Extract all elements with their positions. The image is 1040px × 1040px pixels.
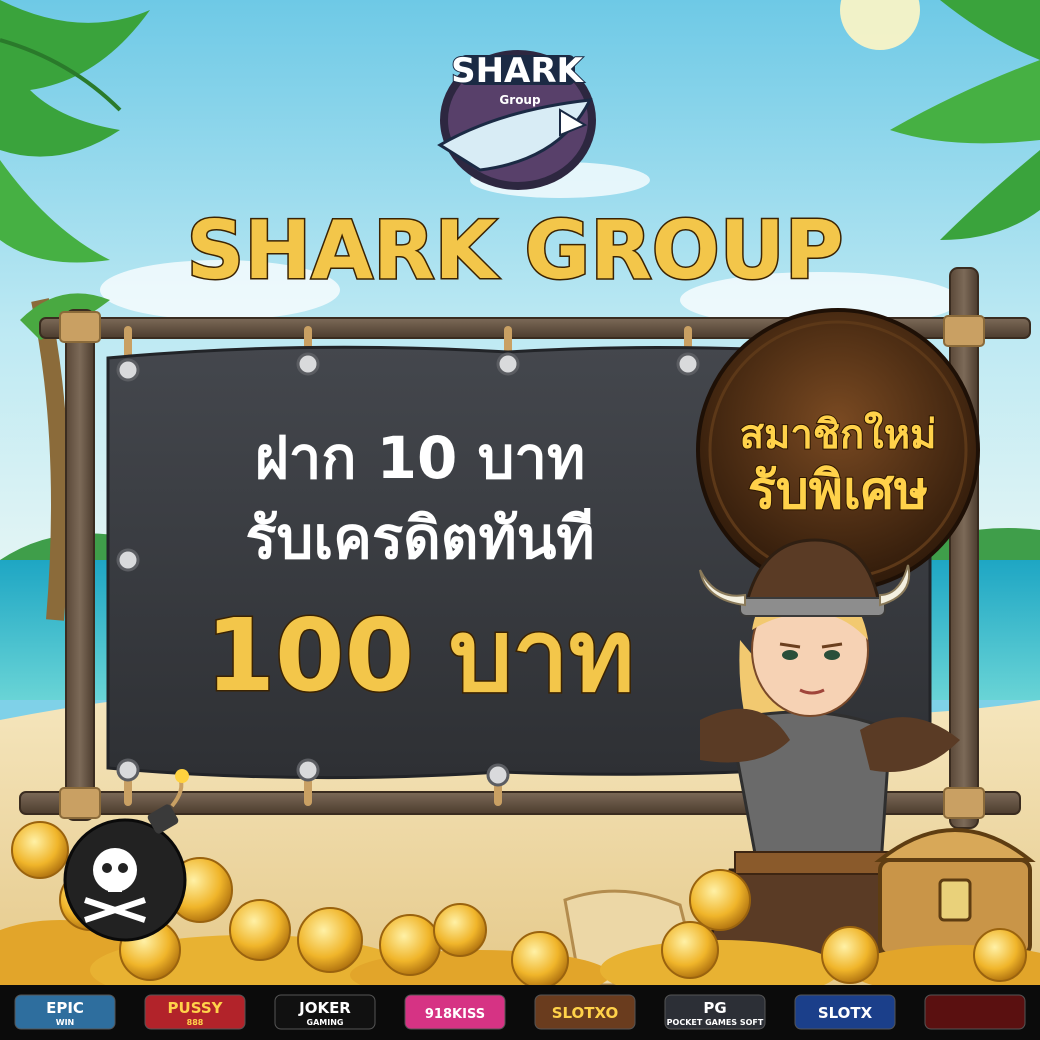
promo-poster: SHARK Group SHARK GROUP ฝาก 10 บาท รับเค… (0, 0, 1040, 1040)
provider-name: JOKER (298, 999, 351, 1017)
provider-logo (924, 994, 1026, 1030)
provider-logo: SLOTXO (534, 994, 636, 1030)
provider-name: PG (703, 999, 726, 1017)
provider-name: SLOTX (818, 1004, 873, 1022)
provider-logo: SLOTX (794, 994, 896, 1030)
headline: SHARK GROUP (187, 204, 844, 297)
provider-logo: PUSSY888 (144, 994, 246, 1030)
provider-name: PUSSY (168, 999, 224, 1017)
provider-name: EPIC (46, 999, 84, 1017)
banner-line-2: รับเครดิตทันที (245, 504, 594, 572)
provider-name: 918KISS (425, 1007, 485, 1022)
provider-subtitle: WIN (56, 1018, 75, 1027)
badge-line-2: รับพิเศษ (748, 461, 928, 521)
provider-logo: PGPOCKET GAMES SOFT (664, 994, 766, 1030)
provider-name: SLOTXO (552, 1004, 619, 1022)
banner-line-1: ฝาก 10 บาท (255, 424, 585, 492)
provider-logo: EPICWIN (14, 994, 116, 1030)
shark-group-logo: SHARK Group (437, 50, 596, 190)
provider-subtitle: POCKET GAMES SOFT (667, 1018, 764, 1027)
provider-subtitle: GAMING (307, 1018, 344, 1027)
banner-amount: 100 บาท (205, 597, 634, 714)
provider-logo: JOKERGAMING (274, 994, 376, 1030)
badge-line-1: สมาชิกใหม่ (740, 411, 937, 458)
logo-name: SHARK (451, 51, 584, 91)
provider-logo: 918KISS (404, 994, 506, 1030)
poster-artwork: SHARK Group SHARK GROUP ฝาก 10 บาท รับเค… (0, 0, 1040, 1040)
provider-subtitle: 888 (187, 1018, 204, 1027)
logo-subtitle: Group (499, 93, 541, 107)
